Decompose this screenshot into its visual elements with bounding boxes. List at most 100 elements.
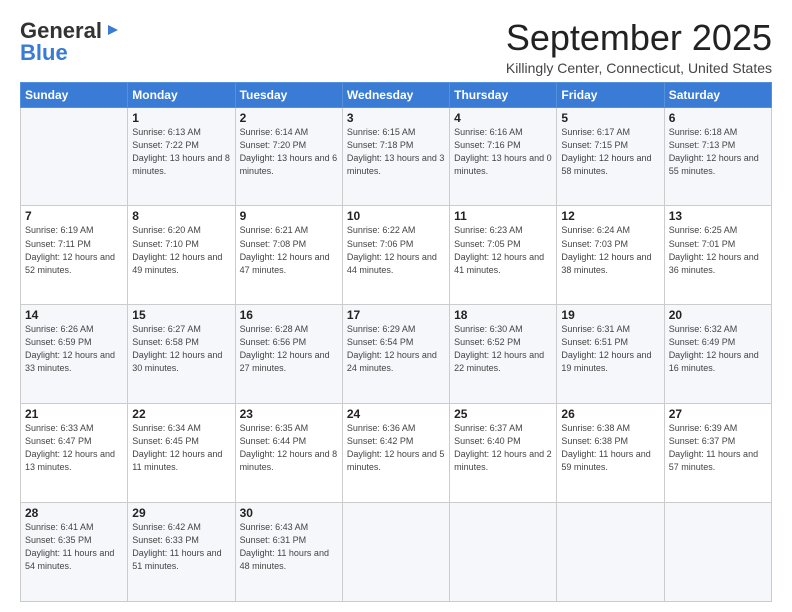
table-cell: 30 Sunrise: 6:43 AMSunset: 6:31 PMDaylig…	[235, 503, 342, 602]
day-number: 19	[561, 308, 659, 322]
day-info: Sunrise: 6:24 AMSunset: 7:03 PMDaylight:…	[561, 224, 659, 276]
col-thursday: Thursday	[450, 82, 557, 107]
table-cell: 11 Sunrise: 6:23 AMSunset: 7:05 PMDaylig…	[450, 206, 557, 305]
calendar-table: Sunday Monday Tuesday Wednesday Thursday…	[20, 82, 772, 602]
day-info: Sunrise: 6:34 AMSunset: 6:45 PMDaylight:…	[132, 422, 230, 474]
table-cell: 3 Sunrise: 6:15 AMSunset: 7:18 PMDayligh…	[342, 107, 449, 206]
day-info: Sunrise: 6:32 AMSunset: 6:49 PMDaylight:…	[669, 323, 767, 375]
day-info: Sunrise: 6:36 AMSunset: 6:42 PMDaylight:…	[347, 422, 445, 474]
table-cell	[450, 503, 557, 602]
day-number: 6	[669, 111, 767, 125]
table-cell	[21, 107, 128, 206]
day-info: Sunrise: 6:15 AMSunset: 7:18 PMDaylight:…	[347, 126, 445, 178]
day-number: 16	[240, 308, 338, 322]
table-cell: 10 Sunrise: 6:22 AMSunset: 7:06 PMDaylig…	[342, 206, 449, 305]
table-cell: 7 Sunrise: 6:19 AMSunset: 7:11 PMDayligh…	[21, 206, 128, 305]
day-info: Sunrise: 6:35 AMSunset: 6:44 PMDaylight:…	[240, 422, 338, 474]
day-number: 25	[454, 407, 552, 421]
logo-blue-text: Blue	[20, 40, 68, 65]
day-number: 9	[240, 209, 338, 223]
table-cell: 8 Sunrise: 6:20 AMSunset: 7:10 PMDayligh…	[128, 206, 235, 305]
day-number: 23	[240, 407, 338, 421]
day-number: 15	[132, 308, 230, 322]
day-info: Sunrise: 6:31 AMSunset: 6:51 PMDaylight:…	[561, 323, 659, 375]
day-number: 27	[669, 407, 767, 421]
table-cell: 14 Sunrise: 6:26 AMSunset: 6:59 PMDaylig…	[21, 305, 128, 404]
day-number: 12	[561, 209, 659, 223]
col-saturday: Saturday	[664, 82, 771, 107]
day-number: 4	[454, 111, 552, 125]
table-cell: 20 Sunrise: 6:32 AMSunset: 6:49 PMDaylig…	[664, 305, 771, 404]
calendar-row: 21 Sunrise: 6:33 AMSunset: 6:47 PMDaylig…	[21, 404, 772, 503]
table-cell: 6 Sunrise: 6:18 AMSunset: 7:13 PMDayligh…	[664, 107, 771, 206]
table-cell: 1 Sunrise: 6:13 AMSunset: 7:22 PMDayligh…	[128, 107, 235, 206]
day-info: Sunrise: 6:18 AMSunset: 7:13 PMDaylight:…	[669, 126, 767, 178]
header: General Blue September 2025 Killingly Ce…	[20, 18, 772, 76]
table-cell: 23 Sunrise: 6:35 AMSunset: 6:44 PMDaylig…	[235, 404, 342, 503]
table-cell: 28 Sunrise: 6:41 AMSunset: 6:35 PMDaylig…	[21, 503, 128, 602]
day-info: Sunrise: 6:43 AMSunset: 6:31 PMDaylight:…	[240, 521, 338, 573]
day-info: Sunrise: 6:20 AMSunset: 7:10 PMDaylight:…	[132, 224, 230, 276]
calendar-row: 7 Sunrise: 6:19 AMSunset: 7:11 PMDayligh…	[21, 206, 772, 305]
table-cell: 17 Sunrise: 6:29 AMSunset: 6:54 PMDaylig…	[342, 305, 449, 404]
day-number: 26	[561, 407, 659, 421]
table-cell	[342, 503, 449, 602]
col-monday: Monday	[128, 82, 235, 107]
table-cell	[557, 503, 664, 602]
day-number: 24	[347, 407, 445, 421]
day-number: 18	[454, 308, 552, 322]
table-cell: 21 Sunrise: 6:33 AMSunset: 6:47 PMDaylig…	[21, 404, 128, 503]
day-number: 22	[132, 407, 230, 421]
page: General Blue September 2025 Killingly Ce…	[0, 0, 792, 612]
table-cell: 15 Sunrise: 6:27 AMSunset: 6:58 PMDaylig…	[128, 305, 235, 404]
day-info: Sunrise: 6:21 AMSunset: 7:08 PMDaylight:…	[240, 224, 338, 276]
table-cell: 5 Sunrise: 6:17 AMSunset: 7:15 PMDayligh…	[557, 107, 664, 206]
calendar-row: 28 Sunrise: 6:41 AMSunset: 6:35 PMDaylig…	[21, 503, 772, 602]
day-info: Sunrise: 6:29 AMSunset: 6:54 PMDaylight:…	[347, 323, 445, 375]
day-info: Sunrise: 6:17 AMSunset: 7:15 PMDaylight:…	[561, 126, 659, 178]
day-number: 29	[132, 506, 230, 520]
table-cell: 27 Sunrise: 6:39 AMSunset: 6:37 PMDaylig…	[664, 404, 771, 503]
day-number: 3	[347, 111, 445, 125]
day-info: Sunrise: 6:26 AMSunset: 6:59 PMDaylight:…	[25, 323, 123, 375]
day-info: Sunrise: 6:37 AMSunset: 6:40 PMDaylight:…	[454, 422, 552, 474]
day-info: Sunrise: 6:33 AMSunset: 6:47 PMDaylight:…	[25, 422, 123, 474]
day-info: Sunrise: 6:39 AMSunset: 6:37 PMDaylight:…	[669, 422, 767, 474]
day-info: Sunrise: 6:16 AMSunset: 7:16 PMDaylight:…	[454, 126, 552, 178]
table-cell: 4 Sunrise: 6:16 AMSunset: 7:16 PMDayligh…	[450, 107, 557, 206]
day-number: 17	[347, 308, 445, 322]
day-number: 28	[25, 506, 123, 520]
calendar-row: 14 Sunrise: 6:26 AMSunset: 6:59 PMDaylig…	[21, 305, 772, 404]
day-number: 10	[347, 209, 445, 223]
main-title: September 2025	[506, 18, 772, 58]
col-friday: Friday	[557, 82, 664, 107]
day-number: 8	[132, 209, 230, 223]
day-number: 13	[669, 209, 767, 223]
day-info: Sunrise: 6:30 AMSunset: 6:52 PMDaylight:…	[454, 323, 552, 375]
logo: General Blue	[20, 18, 122, 66]
day-number: 30	[240, 506, 338, 520]
day-info: Sunrise: 6:38 AMSunset: 6:38 PMDaylight:…	[561, 422, 659, 474]
day-info: Sunrise: 6:23 AMSunset: 7:05 PMDaylight:…	[454, 224, 552, 276]
table-cell: 25 Sunrise: 6:37 AMSunset: 6:40 PMDaylig…	[450, 404, 557, 503]
table-cell: 12 Sunrise: 6:24 AMSunset: 7:03 PMDaylig…	[557, 206, 664, 305]
day-info: Sunrise: 6:42 AMSunset: 6:33 PMDaylight:…	[132, 521, 230, 573]
table-cell: 24 Sunrise: 6:36 AMSunset: 6:42 PMDaylig…	[342, 404, 449, 503]
table-cell: 22 Sunrise: 6:34 AMSunset: 6:45 PMDaylig…	[128, 404, 235, 503]
table-cell: 13 Sunrise: 6:25 AMSunset: 7:01 PMDaylig…	[664, 206, 771, 305]
day-number: 21	[25, 407, 123, 421]
logo-arrow-icon	[104, 21, 122, 39]
day-number: 7	[25, 209, 123, 223]
subtitle: Killingly Center, Connecticut, United St…	[506, 60, 772, 76]
table-cell: 18 Sunrise: 6:30 AMSunset: 6:52 PMDaylig…	[450, 305, 557, 404]
calendar-row: 1 Sunrise: 6:13 AMSunset: 7:22 PMDayligh…	[21, 107, 772, 206]
table-cell: 26 Sunrise: 6:38 AMSunset: 6:38 PMDaylig…	[557, 404, 664, 503]
day-info: Sunrise: 6:22 AMSunset: 7:06 PMDaylight:…	[347, 224, 445, 276]
col-tuesday: Tuesday	[235, 82, 342, 107]
day-number: 11	[454, 209, 552, 223]
day-info: Sunrise: 6:25 AMSunset: 7:01 PMDaylight:…	[669, 224, 767, 276]
calendar-header-row: Sunday Monday Tuesday Wednesday Thursday…	[21, 82, 772, 107]
day-info: Sunrise: 6:14 AMSunset: 7:20 PMDaylight:…	[240, 126, 338, 178]
day-number: 1	[132, 111, 230, 125]
col-wednesday: Wednesday	[342, 82, 449, 107]
